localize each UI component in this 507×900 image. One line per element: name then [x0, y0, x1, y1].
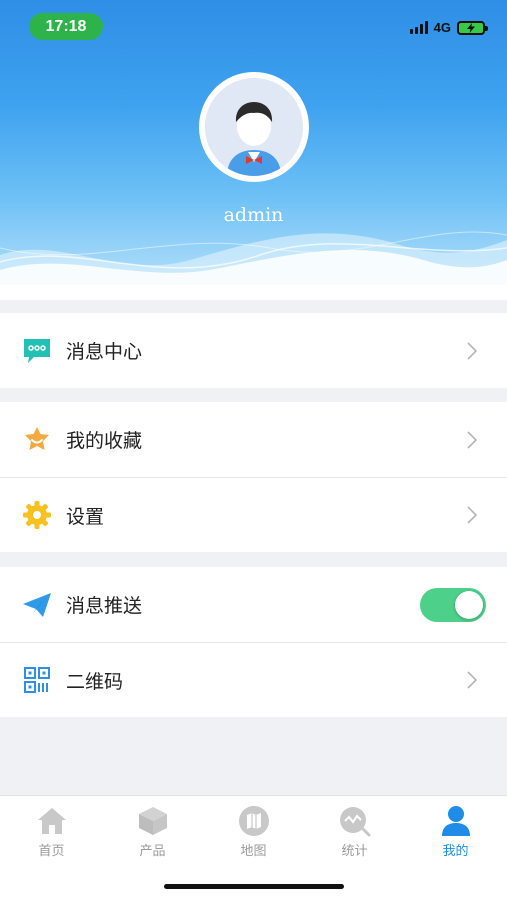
menu-group-personal: 我的收藏 设置 [0, 402, 507, 552]
tab-label: 地图 [240, 844, 267, 859]
user-icon [405, 804, 506, 838]
menu-item-settings[interactable]: 设置 [0, 477, 507, 552]
tab-label: 首页 [38, 844, 65, 859]
box-icon [102, 804, 203, 838]
push-toggle[interactable] [420, 587, 486, 622]
avatar[interactable] [199, 72, 309, 182]
home-icon [1, 804, 102, 838]
profile-header: 17:18 4G admin [0, 0, 507, 300]
menu-item-favorites[interactable]: 我的收藏 [0, 402, 507, 477]
toggle-knob [455, 590, 483, 619]
menu-item-qrcode[interactable]: 二维码 [0, 642, 507, 717]
signal-icon [409, 21, 428, 34]
tab-statistics[interactable]: 统计 [304, 804, 405, 859]
menu-item-label: 消息推送 [66, 595, 143, 617]
chevron-right-icon [467, 671, 477, 689]
tab-map[interactable]: 地图 [203, 804, 304, 859]
gear-icon [22, 500, 52, 530]
qr-code-icon [22, 665, 52, 695]
menu-item-label: 消息中心 [66, 341, 143, 363]
chevron-right-icon [467, 430, 477, 449]
tab-home[interactable]: 首页 [1, 804, 102, 859]
tab-label: 统计 [341, 844, 368, 859]
status-indicators: 4G [409, 20, 488, 35]
username: admin [223, 204, 284, 226]
tab-mine[interactable]: 我的 [405, 804, 506, 859]
chat-bubble-icon [22, 336, 52, 366]
menu-group-messages: 消息中心 [0, 313, 507, 388]
chevron-right-icon [467, 341, 477, 360]
chevron-right-icon [467, 506, 477, 524]
paper-plane-icon [22, 590, 52, 620]
menu-item-push-notifications: 消息推送 [0, 567, 507, 642]
home-indicator[interactable] [164, 884, 344, 889]
tab-label: 我的 [442, 844, 469, 859]
tab-label: 产品 [139, 844, 166, 859]
map-icon [203, 804, 304, 838]
stats-search-icon [304, 804, 405, 838]
status-time: 17:18 [29, 13, 103, 40]
tab-products[interactable]: 产品 [102, 804, 203, 859]
battery-charging-icon [457, 20, 488, 35]
menu-item-message-center[interactable]: 消息中心 [0, 313, 507, 388]
menu-item-label: 我的收藏 [66, 430, 143, 452]
menu-group-tools: 消息推送 二维码 [0, 567, 507, 717]
star-badge-icon [22, 425, 52, 455]
menu-item-label: 设置 [66, 505, 105, 528]
menu-item-label: 二维码 [66, 670, 124, 693]
avatar-image [205, 78, 303, 176]
network-type: 4G [433, 20, 451, 35]
